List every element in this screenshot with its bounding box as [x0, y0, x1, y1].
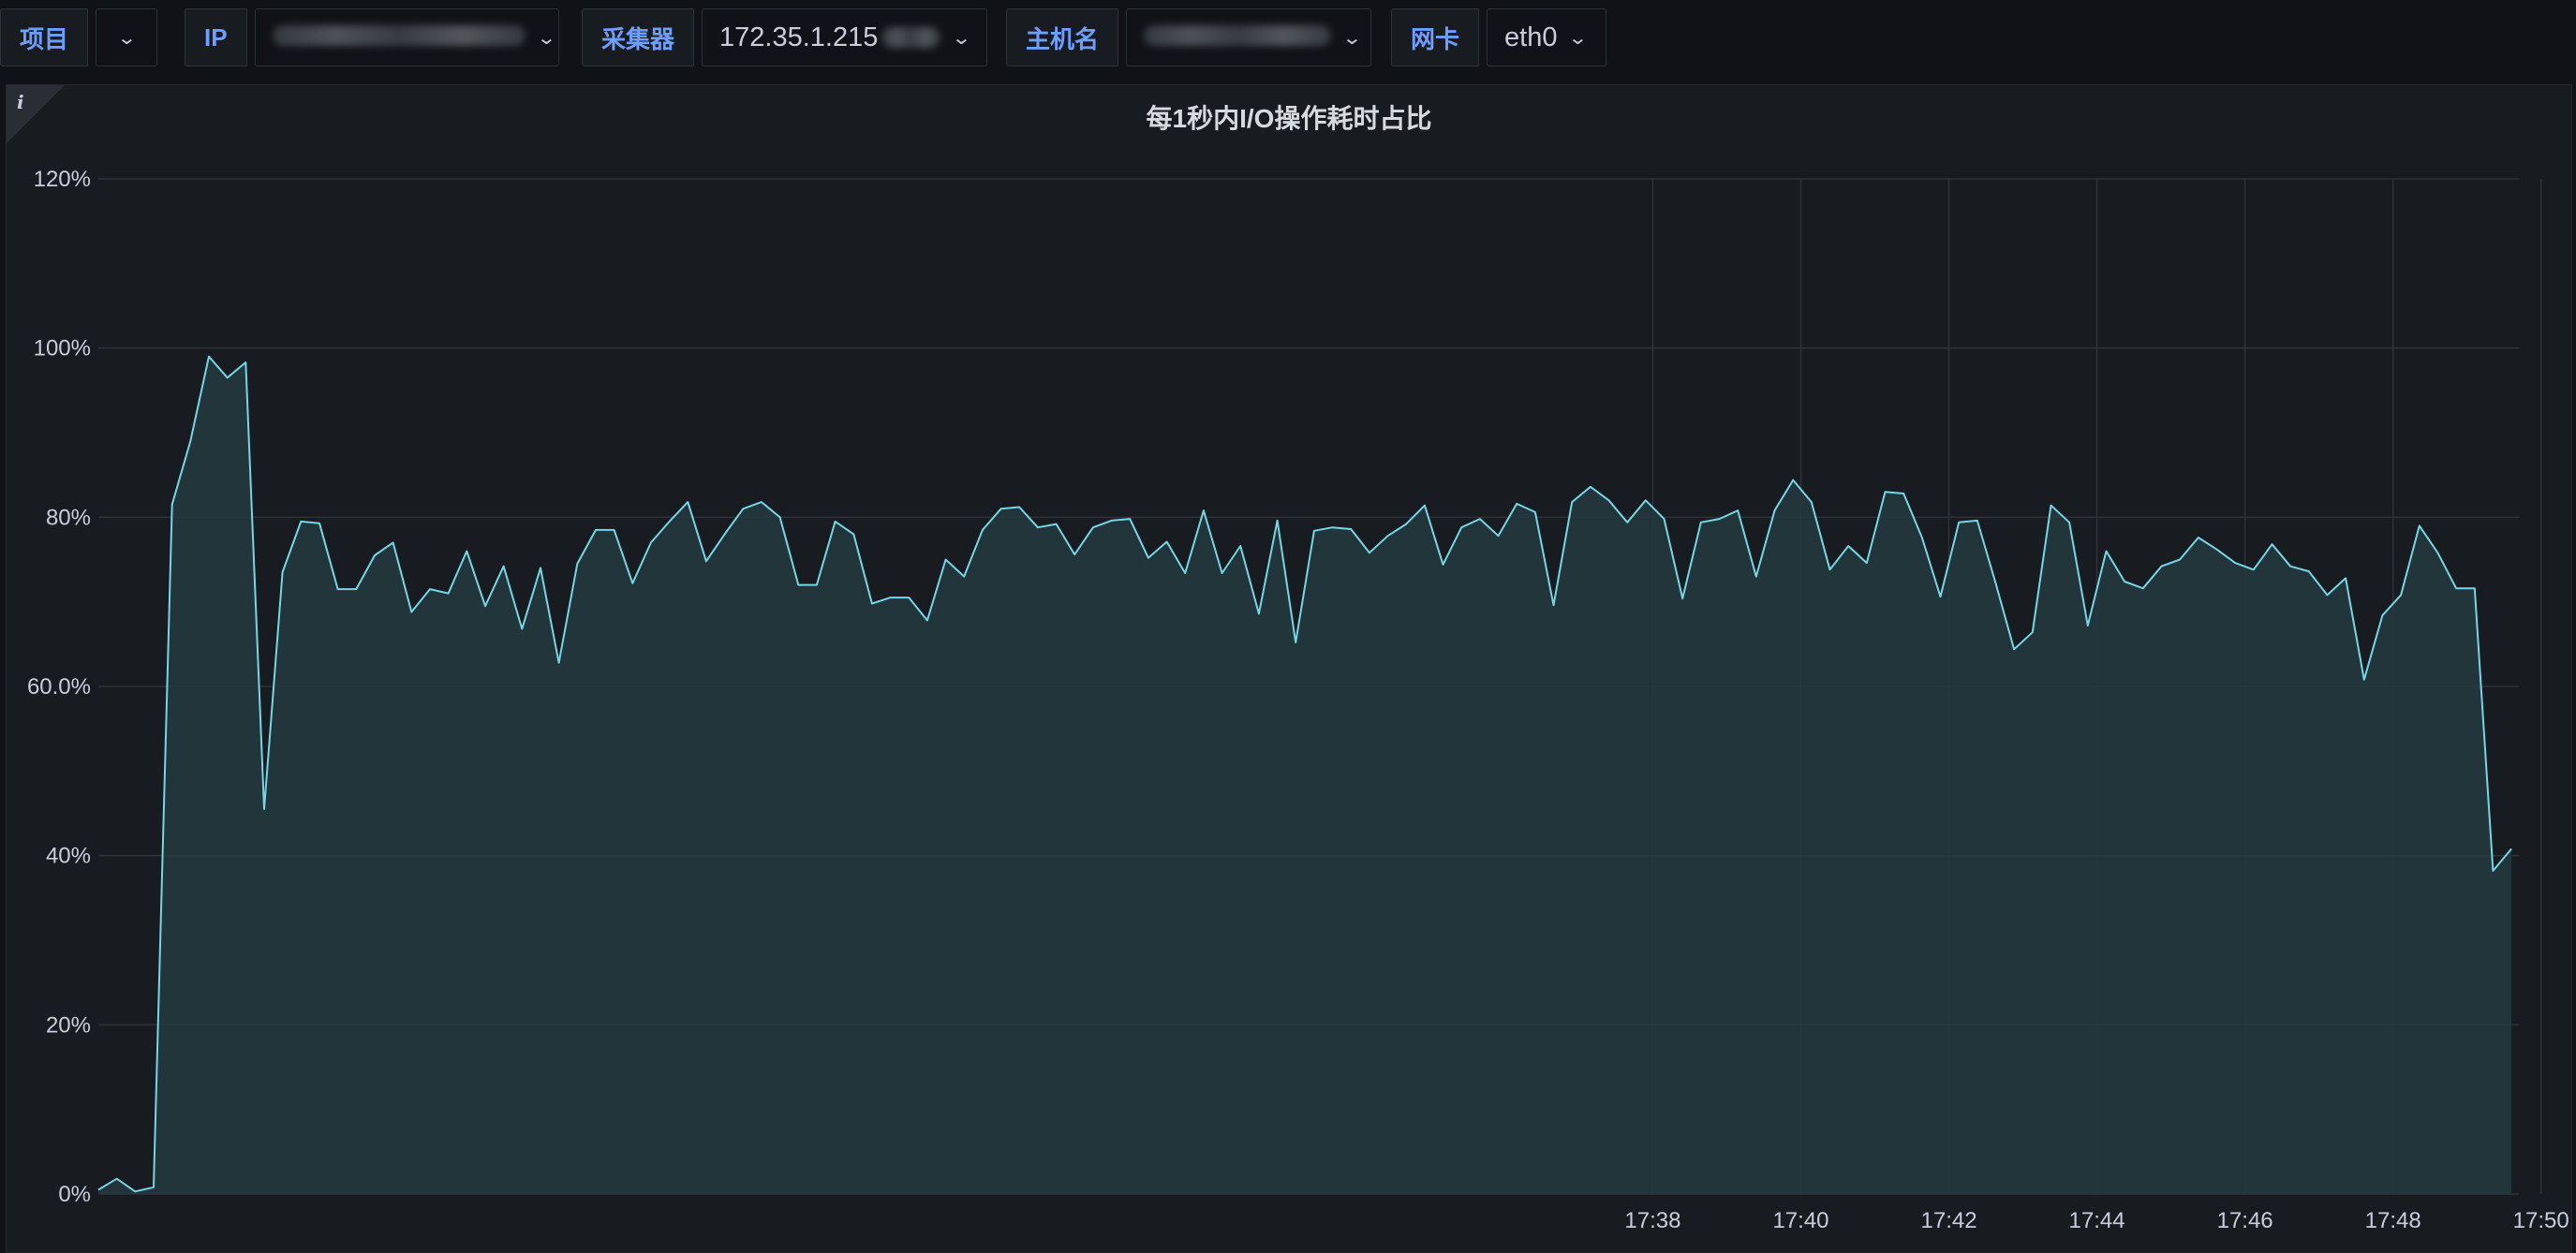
chevron-down-icon: ⌄ — [951, 27, 972, 49]
chevron-down-icon: ⌄ — [116, 27, 137, 49]
variable-project-label: 项目 — [0, 8, 89, 66]
variable-collector-label: 采集器 — [582, 8, 695, 66]
variable-hostname-label: 主机名 — [1006, 8, 1119, 66]
variable-hostname-select[interactable]: ⌄ — [1126, 8, 1372, 66]
variable-ip: IP ⌄ — [185, 8, 559, 66]
x-tick-label: 17:38 — [1624, 1208, 1680, 1233]
variable-nic-label: 网卡 — [1391, 8, 1480, 66]
variable-nic-select[interactable]: eth0 ⌄ — [1487, 8, 1607, 66]
y-tick-label: 60.0% — [27, 674, 91, 700]
x-tick-label: 17:46 — [2217, 1208, 2273, 1233]
variable-collector: 采集器 172.35.1.215 ⌄ — [582, 8, 988, 66]
variable-ip-value — [272, 22, 526, 53]
y-tick-label: 100% — [34, 336, 91, 361]
x-tick-label: 17:40 — [1772, 1208, 1828, 1233]
series-area — [98, 356, 2512, 1194]
x-tick-label: 17:50 — [2513, 1208, 2569, 1233]
y-tick-label: 0% — [58, 1182, 91, 1207]
variable-collector-select[interactable]: 172.35.1.215 ⌄ — [702, 8, 988, 66]
x-tick-label: 17:48 — [2365, 1208, 2421, 1233]
variable-ip-label: IP — [185, 8, 247, 66]
y-tick-label: 120% — [34, 167, 91, 192]
variable-nic: 网卡 eth0 ⌄ — [1391, 8, 1607, 66]
variable-nic-value: eth0 — [1504, 22, 1558, 52]
y-tick-label: 20% — [46, 1012, 91, 1038]
redacted-value-icon — [881, 27, 941, 48]
x-tick-label: 17:44 — [2069, 1208, 2125, 1233]
variable-hostname-value — [1144, 22, 1332, 53]
x-tick-label: 17:42 — [1921, 1208, 1977, 1233]
redacted-value-icon — [272, 24, 526, 46]
variable-collector-value: 172.35.1.215 — [719, 22, 879, 52]
y-tick-label: 40% — [46, 844, 91, 869]
redacted-value-icon — [1144, 24, 1332, 46]
dashboard-variables-bar: 项目 ⌄ IP ⌄ 采集器 172.35.1.215 ⌄ 主机名 ⌄ 网卡 et… — [0, 0, 2576, 81]
chevron-down-icon: ⌄ — [536, 27, 556, 49]
variable-hostname: 主机名 ⌄ — [1006, 8, 1372, 66]
variable-project: 项目 ⌄ — [0, 8, 158, 66]
chevron-down-icon: ⌄ — [1567, 27, 1589, 49]
io-time-ratio-chart[interactable]: 0% 20% 40% 60.0% 80% 100% 120% 17:38 17:40 17:42 1… — [7, 85, 2571, 1252]
chevron-down-icon: ⌄ — [1341, 27, 1363, 49]
y-tick-label: 80% — [46, 505, 91, 530]
variable-project-select[interactable]: ⌄ — [96, 8, 158, 66]
timeseries-panel: i 每1秒内I/O操作耗时占比 0% 20% 40% 60.0% 80% 100% 120%… — [6, 84, 2572, 1253]
variable-ip-select[interactable]: ⌄ — [254, 8, 559, 66]
